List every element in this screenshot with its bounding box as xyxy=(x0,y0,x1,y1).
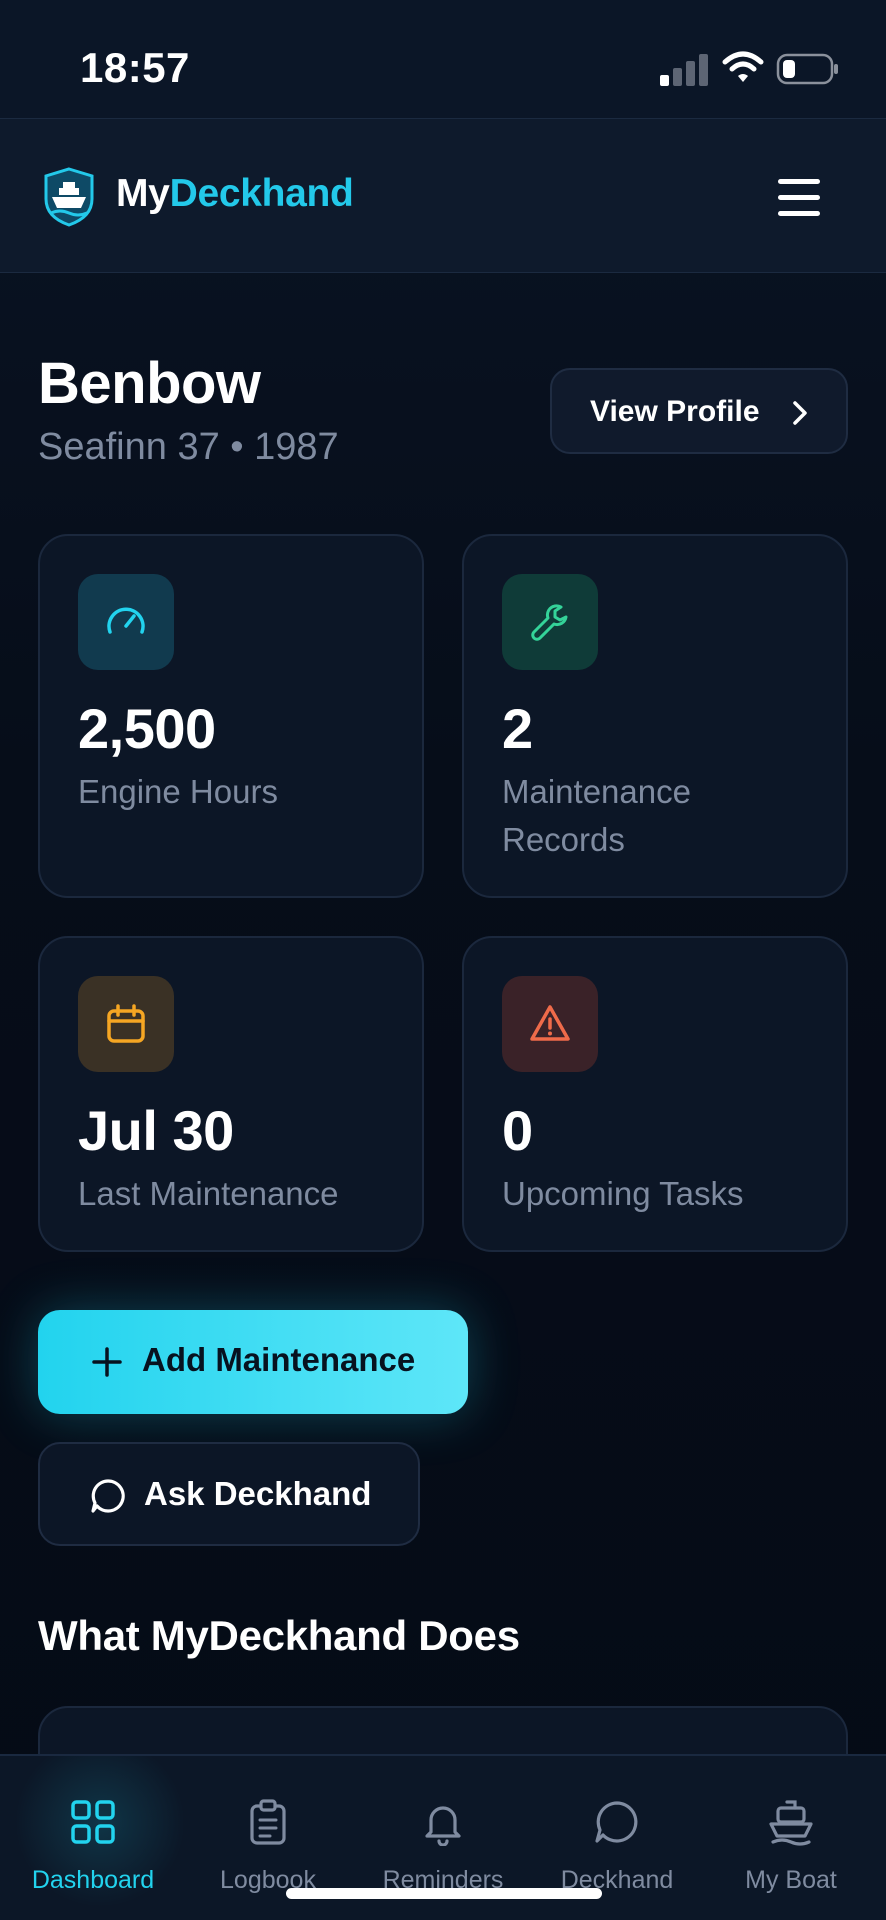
stat-label: Maintenance Records xyxy=(502,773,691,858)
warning-icon xyxy=(530,1005,570,1041)
boat-logo-icon xyxy=(44,167,94,227)
wrench-icon xyxy=(531,604,568,641)
stat-card-last-maintenance[interactable]: Jul 30 Last Maintenance xyxy=(38,936,424,1252)
stat-card-engine-hours[interactable]: 2,500 Engine Hours xyxy=(38,534,424,898)
stat-card-maintenance-records[interactable]: 2 Maintenance Records xyxy=(462,534,848,898)
nav-label: Dashboard xyxy=(31,1866,155,1894)
gauge-icon xyxy=(107,607,145,634)
bell-icon xyxy=(425,1806,461,1846)
calendar-icon xyxy=(107,1004,145,1043)
battery-icon xyxy=(776,53,838,85)
wrench-icon-box xyxy=(502,574,598,670)
app-brand[interactable]: MyDeckhand xyxy=(116,172,354,216)
ask-deckhand-label: Ask Deckhand xyxy=(144,1475,372,1512)
stat-value: 0 xyxy=(502,1099,533,1162)
stat-value: 2,500 xyxy=(78,697,216,760)
add-maintenance-button[interactable]: Add Maintenance xyxy=(38,1310,468,1414)
nav-my-boat[interactable]: My Boat xyxy=(706,1756,876,1920)
app-header: MyDeckhand xyxy=(0,118,886,273)
stat-value: Jul 30 xyxy=(78,1099,234,1162)
section-title: What MyDeckhand Does xyxy=(38,1612,520,1659)
warning-icon-box xyxy=(502,976,598,1072)
nav-label: My Boat xyxy=(745,1866,837,1894)
dashboard-icon xyxy=(71,1800,115,1844)
chat-icon xyxy=(595,1801,638,1843)
status-bar: 18:57 xyxy=(0,0,886,118)
boat-name: Benbow xyxy=(38,351,261,416)
status-time: 18:57 xyxy=(80,44,190,91)
nav-dashboard[interactable]: Dashboard xyxy=(8,1756,178,1920)
home-indicator[interactable] xyxy=(286,1888,602,1899)
boat-subtitle: Seafinn 37 • 1987 xyxy=(38,426,339,468)
gauge-icon-box xyxy=(78,574,174,670)
stat-label: Last Maintenance xyxy=(78,1175,339,1212)
stat-value: 2 xyxy=(502,697,533,760)
ask-deckhand-button[interactable]: Ask Deckhand xyxy=(38,1442,420,1546)
boat-icon xyxy=(769,1800,813,1846)
stat-label: Upcoming Tasks xyxy=(502,1175,744,1212)
view-profile-label: View Profile xyxy=(590,395,760,428)
chevron-right-icon xyxy=(793,401,807,425)
calendar-icon-box xyxy=(78,976,174,1072)
stat-card-upcoming-tasks[interactable]: 0 Upcoming Tasks xyxy=(462,936,848,1252)
menu-button[interactable] xyxy=(772,175,826,221)
add-maintenance-label: Add Maintenance xyxy=(142,1341,416,1378)
app-screen: 18:57 MyDeckhand Benbow Seafinn 37 • 198… xyxy=(0,0,886,1920)
brand-part-deckhand: Deckhand xyxy=(169,172,354,215)
clipboard-icon xyxy=(250,1799,286,1845)
stat-label: Engine Hours xyxy=(78,773,278,810)
wifi-icon xyxy=(722,51,764,82)
chat-bubble-icon xyxy=(91,1479,125,1513)
plus-icon xyxy=(92,1347,122,1377)
cellular-signal-icon xyxy=(660,52,708,86)
brand-part-my: My xyxy=(116,172,170,215)
view-profile-button[interactable]: View Profile xyxy=(550,368,848,454)
